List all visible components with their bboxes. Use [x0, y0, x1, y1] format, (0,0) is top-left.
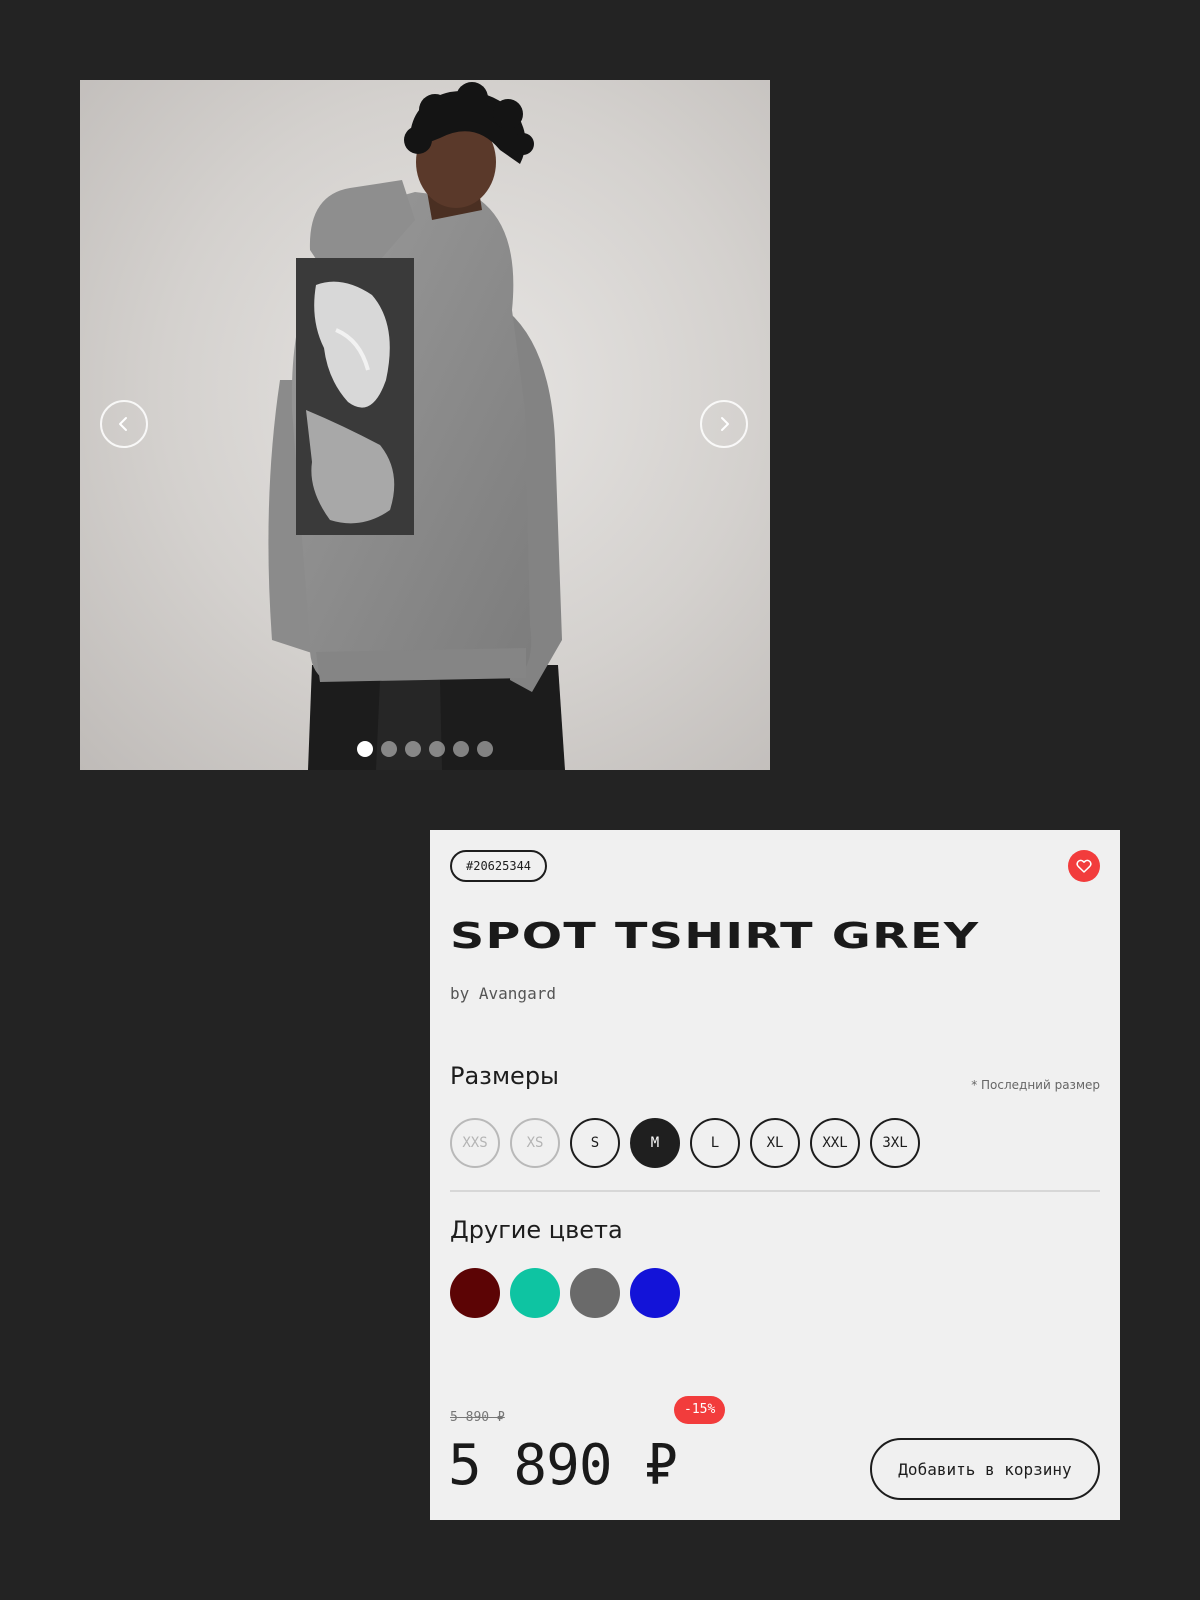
color-swatch[interactable]: [630, 1268, 680, 1318]
gallery-dot[interactable]: [381, 741, 397, 757]
gallery-dot[interactable]: [429, 741, 445, 757]
chevron-left-icon: [119, 417, 127, 431]
product-title: SPOT TSHIRT GREY: [450, 916, 980, 957]
color-selector: [450, 1268, 680, 1318]
old-price: 5 890 ₽: [450, 1410, 505, 1425]
favorite-button[interactable]: [1068, 850, 1100, 882]
product-gallery: [80, 80, 770, 770]
size-option-3xl[interactable]: 3XL: [870, 1118, 920, 1168]
divider: [450, 1190, 1100, 1192]
chevron-right-icon: [721, 417, 729, 431]
discount-badge: -15%: [674, 1396, 726, 1424]
add-to-cart-button[interactable]: Добавить в корзину: [870, 1438, 1100, 1500]
colors-heading: Другие цвета: [450, 1216, 623, 1244]
heart-icon: [1076, 859, 1092, 873]
gallery-prev-button[interactable]: [100, 400, 148, 448]
price: 5 890 ₽: [448, 1433, 678, 1498]
product-brand: by Avangard: [450, 984, 556, 1003]
size-option-xxs: XXS: [450, 1118, 500, 1168]
gallery-next-button[interactable]: [700, 400, 748, 448]
sizes-note: * Последний размер: [971, 1078, 1100, 1092]
size-option-xxl[interactable]: XXL: [810, 1118, 860, 1168]
size-option-xl[interactable]: XL: [750, 1118, 800, 1168]
gallery-dot[interactable]: [357, 741, 373, 757]
size-option-m[interactable]: M: [630, 1118, 680, 1168]
color-swatch[interactable]: [510, 1268, 560, 1318]
product-card: #20625344 SPOT TSHIRT GREY by Avangard Р…: [430, 830, 1120, 1520]
size-selector: XXS XS S M L XL XXL 3XL: [450, 1118, 920, 1168]
gallery-dot[interactable]: [477, 741, 493, 757]
sku-badge: #20625344: [450, 850, 548, 882]
product-photo: [268, 82, 565, 770]
size-option-xs: XS: [510, 1118, 560, 1168]
gallery-dot[interactable]: [405, 741, 421, 757]
sizes-heading: Размеры: [450, 1062, 559, 1090]
gallery-pagination: [357, 741, 493, 757]
color-swatch[interactable]: [570, 1268, 620, 1318]
gallery-dot[interactable]: [453, 741, 469, 757]
color-swatch[interactable]: [450, 1268, 500, 1318]
size-option-l[interactable]: L: [690, 1118, 740, 1168]
size-option-s[interactable]: S: [570, 1118, 620, 1168]
